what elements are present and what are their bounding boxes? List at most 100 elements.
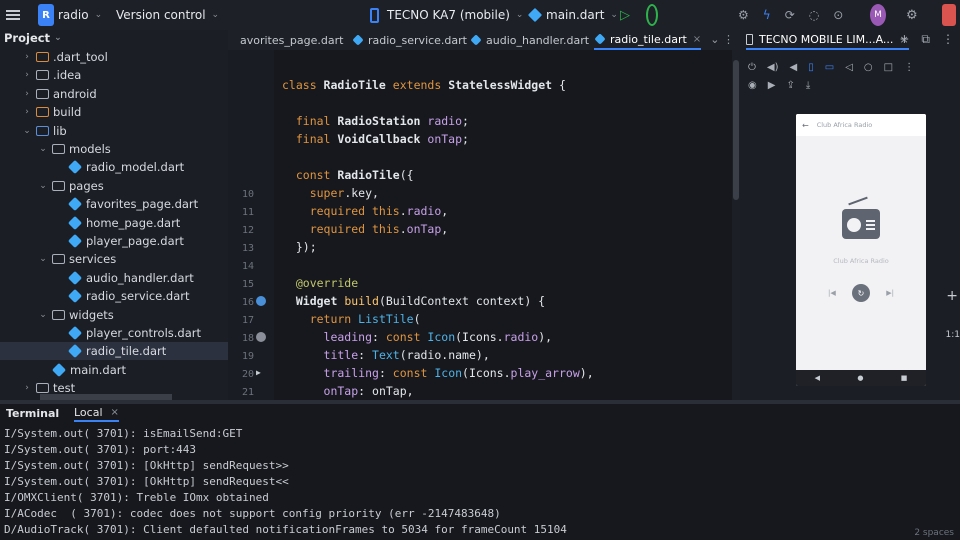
editor-scrollbar[interactable] — [732, 50, 740, 400]
code-line[interactable]: const RadioTile({ — [282, 166, 414, 184]
line-number[interactable]: 17 — [228, 312, 254, 330]
widget-preview-icon[interactable] — [256, 332, 266, 342]
error-notification-icon[interactable] — [942, 4, 956, 26]
line-number[interactable]: 12 — [228, 222, 254, 240]
tree-folder-item[interactable]: ⌄ lib — [0, 122, 228, 140]
build-icon[interactable]: ⚙ — [738, 8, 749, 22]
tree-file-item[interactable]: player_page.dart — [0, 232, 228, 250]
chevron-right-icon[interactable]: › — [22, 383, 32, 393]
line-number[interactable] — [228, 114, 254, 132]
code-line[interactable]: @override — [282, 274, 358, 292]
run-configuration-selector[interactable]: main.dart ⌄ — [527, 4, 618, 26]
chevron-right-icon[interactable]: › — [22, 89, 32, 99]
editor-tab[interactable]: radio_tile.dart × — [594, 30, 702, 50]
code-editor[interactable]: class RadioTile extends StatelessWidget … — [274, 50, 732, 400]
line-number[interactable] — [228, 132, 254, 150]
back-icon[interactable]: ◁ — [845, 62, 853, 73]
power-icon[interactable]: ⏻ — [748, 62, 756, 73]
tree-file-item[interactable]: radio_model.dart — [0, 158, 228, 176]
tree-folder-item[interactable]: ⌄ pages — [0, 177, 228, 195]
code-line[interactable]: final VoidCallback onTap; — [282, 130, 469, 148]
nav-home-icon[interactable]: ● — [857, 374, 863, 382]
upload-icon[interactable]: ⇪ — [786, 80, 794, 91]
gear-icon[interactable]: ⚙ — [906, 4, 918, 26]
code-line[interactable]: onTap: onTap, — [282, 382, 414, 400]
rotate-right-icon[interactable]: ▭ — [825, 62, 834, 73]
code-line[interactable]: super.key, — [282, 184, 379, 202]
device-selector[interactable]: TECNO KA7 (mobile) ⌄ — [370, 4, 523, 26]
stop-icon[interactable]: ⊙ — [833, 8, 843, 22]
overview-icon[interactable]: □ — [884, 62, 893, 73]
editor-tab[interactable]: avorites_page.dart — [240, 30, 343, 50]
close-icon[interactable]: × — [111, 407, 119, 418]
avatar[interactable]: M — [870, 4, 886, 26]
editor-tab[interactable]: audio_handler.dart — [470, 30, 589, 50]
tree-folder-item[interactable]: › android — [0, 85, 228, 103]
line-number[interactable]: 19 — [228, 348, 254, 366]
nav-recents-icon[interactable]: ■ — [901, 374, 908, 382]
tree-file-item[interactable]: radio_service.dart — [0, 287, 228, 305]
tree-file-item[interactable]: home_page.dart — [0, 214, 228, 232]
chevron-right-icon[interactable]: › — [22, 107, 32, 117]
tree-folder-item[interactable]: › build — [0, 103, 228, 121]
chevron-down-icon[interactable]: ⌄ — [38, 254, 48, 264]
line-number[interactable] — [228, 168, 254, 186]
scrollbar-thumb[interactable] — [733, 60, 739, 200]
tree-folder-item[interactable]: ⌄ services — [0, 250, 228, 268]
chevron-down-icon[interactable]: ⌄ — [38, 144, 48, 154]
hot-restart-icon[interactable]: ⟳ — [785, 8, 795, 22]
close-icon[interactable]: × — [693, 34, 701, 45]
play-pause-button[interactable]: ↻ — [852, 284, 870, 302]
screenshot-icon[interactable]: ◉ — [748, 80, 757, 91]
debug-icon[interactable] — [646, 4, 658, 26]
device-screen-mirror[interactable]: ← Club Africa Radio Club Africa Radio |◀… — [796, 114, 926, 386]
line-number[interactable] — [228, 60, 254, 78]
screen-record-icon[interactable]: ▶ — [768, 80, 776, 91]
chevron-down-icon[interactable]: ⌄ — [38, 310, 48, 320]
project-panel-header[interactable]: Project ⌄ — [0, 30, 228, 46]
add-device-icon[interactable]: + — [899, 32, 909, 47]
tree-file-item[interactable]: player_controls.dart — [0, 324, 228, 342]
main-menu-icon[interactable] — [6, 4, 20, 26]
code-line[interactable]: return ListTile( — [282, 310, 421, 328]
code-line[interactable]: required this.radio, — [282, 202, 449, 220]
device-tab[interactable]: TECNO MOBILE LIM...A... × — [746, 30, 909, 50]
line-number[interactable]: 11 — [228, 204, 254, 222]
editor-tab[interactable]: radio_service.dart — [352, 30, 467, 50]
line-number[interactable] — [228, 42, 254, 60]
home-icon[interactable]: ○ — [864, 62, 873, 73]
tree-file-item[interactable]: audio_handler.dart — [0, 269, 228, 287]
code-line[interactable]: Widget build(BuildContext context) { — [282, 292, 545, 310]
tree-folder-item[interactable]: ⌄ widgets — [0, 306, 228, 324]
skip-previous-icon[interactable]: |◀ — [828, 289, 836, 297]
arrow-left-icon[interactable]: ← — [802, 121, 809, 130]
tree-folder-item[interactable]: › .dart_tool — [0, 48, 228, 66]
volume-up-icon[interactable]: ◀) — [767, 62, 779, 73]
download-icon[interactable]: ⤓ — [806, 80, 810, 91]
skip-next-icon[interactable]: ▶| — [886, 289, 894, 297]
line-number[interactable]: 14 — [228, 258, 254, 276]
tree-folder-item[interactable]: ⌄ models — [0, 140, 228, 158]
tree-file-item[interactable]: main.dart — [0, 361, 228, 379]
tree-folder-item[interactable]: › .idea — [0, 66, 228, 84]
tree-file-item[interactable]: favorites_page.dart — [0, 195, 228, 213]
code-line[interactable]: class RadioTile extends StatelessWidget … — [282, 76, 566, 94]
line-number[interactable]: 16 — [228, 294, 254, 312]
line-number[interactable]: 18 — [228, 330, 254, 348]
line-number[interactable]: 10 — [228, 186, 254, 204]
chevron-down-icon[interactable]: ⌄ — [22, 126, 32, 136]
hot-reload-icon[interactable]: ϟ — [763, 8, 771, 22]
tree-file-item[interactable]: radio_tile.dart — [0, 342, 228, 361]
code-line[interactable]: }); — [282, 238, 317, 256]
code-line[interactable]: required this.onTap, — [282, 220, 449, 238]
line-number[interactable] — [228, 96, 254, 114]
new-window-icon[interactable]: ⧉ — [921, 32, 930, 47]
play-icon[interactable]: ▷ — [620, 4, 630, 26]
terminal-tab-local[interactable]: Local × — [74, 404, 119, 422]
run-gutter-icon[interactable]: ▶ — [256, 368, 266, 378]
code-line[interactable]: title: Text(radio.name), — [282, 346, 490, 364]
chevron-right-icon[interactable]: › — [22, 52, 32, 62]
more-tabs-icon[interactable]: ⌄ ⋮ — [710, 33, 734, 46]
project-switcher[interactable]: radio ⌄ — [58, 4, 102, 26]
chevron-down-icon[interactable]: ⌄ — [38, 181, 48, 191]
